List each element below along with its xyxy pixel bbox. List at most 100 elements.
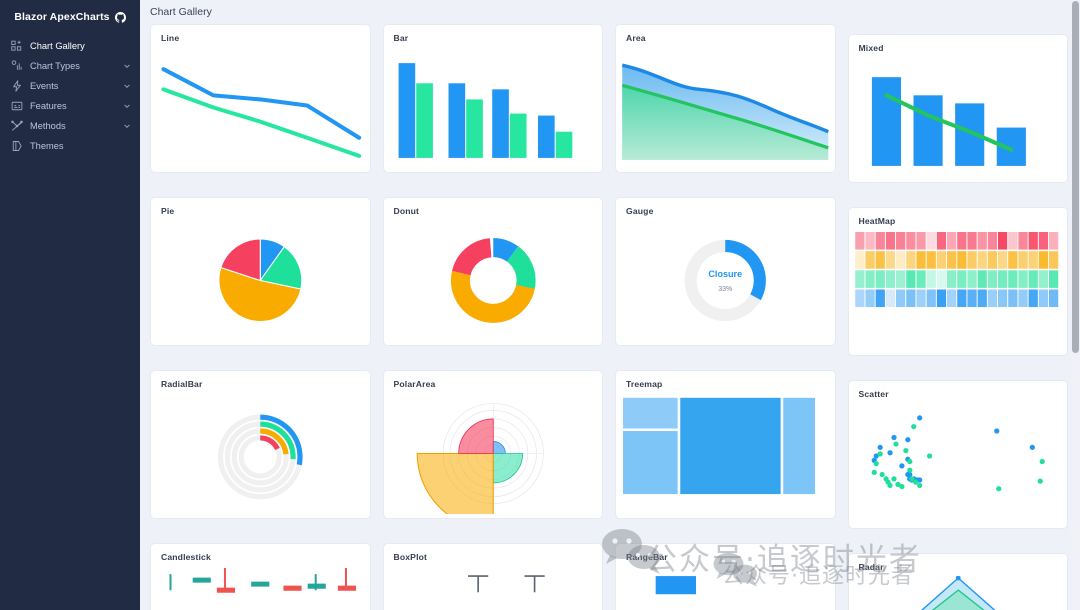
heatmap-cell[interactable] [1007, 289, 1017, 308]
heatmap-cell[interactable] [915, 251, 926, 269]
scatter-point[interactable] [916, 482, 922, 489]
heatmap-cell[interactable] [1017, 251, 1028, 269]
heatmap-cell[interactable] [875, 270, 885, 288]
heatmap-cell[interactable] [895, 232, 905, 250]
heatmap-cell[interactable] [946, 289, 956, 308]
scatter-point[interactable] [886, 482, 893, 489]
heatmap-cell[interactable] [905, 251, 915, 269]
heatmap-cell[interactable] [1038, 270, 1048, 288]
chart-card-radialbar[interactable]: RadialBar [150, 370, 371, 519]
heatmap-cell[interactable] [936, 270, 946, 288]
chart-card-donut[interactable]: Donut [382, 197, 603, 346]
chevron-down-icon[interactable] [123, 102, 131, 110]
heatmap-cell[interactable] [977, 270, 987, 288]
chart-card-heatmap[interactable]: HeatMap [847, 207, 1068, 356]
scatter-point[interactable] [916, 415, 922, 421]
heatmap-cell[interactable] [1048, 251, 1058, 269]
heatmap-cell[interactable] [946, 251, 956, 269]
heatmap-cell[interactable] [1028, 289, 1038, 308]
heatmap-cell[interactable] [854, 270, 865, 288]
heatmap-cell[interactable] [1038, 289, 1048, 308]
chart-card-radar[interactable]: Radar [847, 553, 1068, 610]
heatmap-cell[interactable] [915, 232, 926, 250]
chevron-down-icon[interactable] [123, 122, 131, 130]
heatmap-cell[interactable] [926, 289, 936, 308]
scatter-point[interactable] [926, 453, 932, 459]
scatter-point[interactable] [1037, 478, 1043, 484]
heatmap-cell[interactable] [956, 251, 966, 269]
scatter-point[interactable] [1029, 444, 1035, 450]
scatter-point[interactable] [877, 444, 883, 450]
chart-card-scatter[interactable]: Scatter [847, 380, 1068, 529]
heatmap-cell[interactable] [1028, 251, 1038, 269]
heatmap-cell[interactable] [966, 289, 977, 308]
heatmap-cell[interactable] [1007, 270, 1017, 288]
github-icon[interactable] [114, 11, 126, 23]
heatmap-cell[interactable] [1048, 270, 1058, 288]
heatmap-cell[interactable] [926, 232, 936, 250]
heatmap-cell[interactable] [1017, 289, 1028, 308]
heatmap-cell[interactable] [936, 232, 946, 250]
scatter-point[interactable] [890, 476, 897, 482]
sidebar-item-themes[interactable]: Themes [0, 136, 140, 156]
heatmap-cell[interactable] [875, 289, 885, 308]
heatmap-cell[interactable] [987, 251, 997, 269]
heatmap-cell[interactable] [864, 232, 875, 250]
heatmap-cell[interactable] [936, 251, 946, 269]
sidebar-item-events[interactable]: Events [0, 76, 140, 96]
heatmap-cell[interactable] [997, 289, 1007, 308]
chart-card-mixed[interactable]: Mixed [847, 34, 1068, 183]
heatmap-cell[interactable] [854, 232, 865, 250]
sidebar-item-chart-types[interactable]: Chart Types [0, 56, 140, 76]
heatmap-cell[interactable] [875, 232, 885, 250]
heatmap-cell[interactable] [956, 289, 966, 308]
heatmap-cell[interactable] [915, 270, 926, 288]
scatter-point[interactable] [906, 467, 912, 473]
heatmap-cell[interactable] [987, 289, 997, 308]
heatmap-cell[interactable] [1028, 232, 1038, 250]
heatmap-cell[interactable] [895, 270, 905, 288]
heatmap-cell[interactable] [926, 270, 936, 288]
heatmap-cell[interactable] [977, 251, 987, 269]
heatmap-cell[interactable] [1028, 270, 1038, 288]
heatmap-cell[interactable] [946, 270, 956, 288]
scatter-point[interactable] [906, 458, 912, 465]
chart-card-area[interactable]: Area [615, 24, 836, 173]
scatter-point[interactable] [890, 434, 897, 441]
heatmap-cell[interactable] [885, 270, 895, 288]
heatmap-cell[interactable] [864, 289, 875, 308]
scatter-point[interactable] [873, 461, 879, 467]
scatter-point[interactable] [892, 441, 899, 447]
scatter-point[interactable] [904, 437, 910, 443]
sidebar-item-methods[interactable]: Methods [0, 116, 140, 136]
heatmap-cell[interactable] [885, 289, 895, 308]
sidebar-item-chart-gallery[interactable]: Chart Gallery [0, 36, 140, 56]
chart-card-polararea[interactable]: PolarArea [382, 370, 603, 519]
heatmap-cell[interactable] [1038, 232, 1048, 250]
scatter-point[interactable] [871, 469, 877, 475]
chart-card-boxplot[interactable]: BoxPlot [382, 543, 603, 610]
sidebar-item-features[interactable]: Features [0, 96, 140, 116]
heatmap-cell[interactable] [1007, 251, 1017, 269]
chart-card-gauge[interactable]: Gauge Closure 33% [615, 197, 836, 346]
scatter-point[interactable] [879, 471, 885, 478]
heatmap-cell[interactable] [1048, 232, 1058, 250]
heatmap-cell[interactable] [977, 289, 987, 308]
chevron-down-icon[interactable] [123, 62, 131, 70]
brand[interactable]: Blazor ApexCharts [0, 0, 140, 28]
heatmap-cell[interactable] [864, 270, 875, 288]
scatter-point[interactable] [877, 451, 883, 457]
heatmap-cell[interactable] [977, 232, 987, 250]
chart-card-line[interactable]: Line [150, 24, 371, 173]
scrollbar-thumb[interactable] [1072, 1, 1079, 353]
scatter-point[interactable] [993, 428, 999, 434]
scatter-point[interactable] [910, 424, 916, 430]
heatmap-cell[interactable] [885, 232, 895, 250]
heatmap-cell[interactable] [885, 251, 895, 269]
heatmap-cell[interactable] [875, 251, 885, 269]
heatmap-cell[interactable] [895, 289, 905, 308]
heatmap-cell[interactable] [895, 251, 905, 269]
chevron-down-icon[interactable] [123, 82, 131, 90]
heatmap-cell[interactable] [997, 232, 1007, 250]
heatmap-cell[interactable] [1017, 232, 1028, 250]
